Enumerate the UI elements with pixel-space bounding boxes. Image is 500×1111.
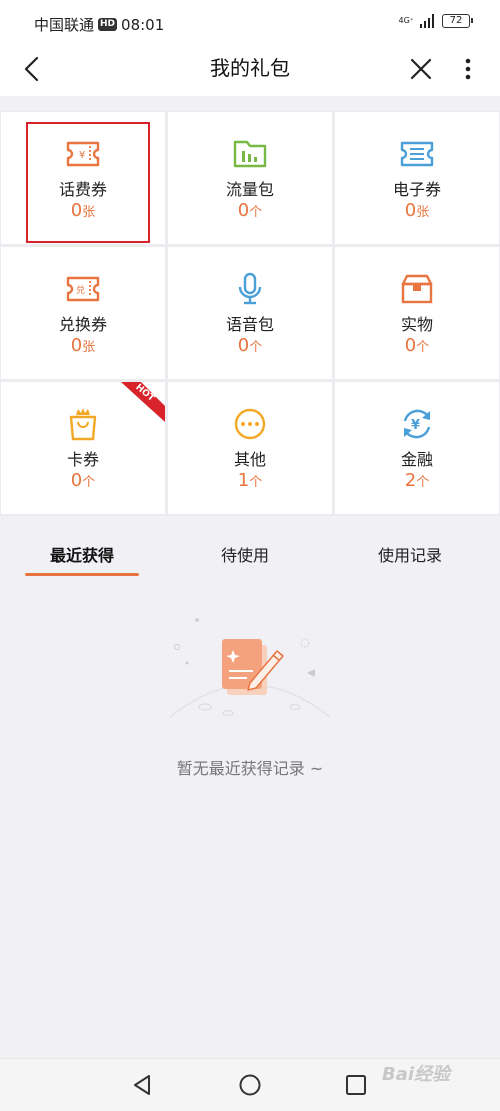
category-count: 0个 — [237, 335, 263, 356]
category-count: 1个 — [237, 470, 263, 491]
tab-recent[interactable]: 最近获得 — [25, 542, 139, 566]
clock: 08:01 — [121, 15, 165, 34]
status-bar: 中国联通 HD 08:01 4G⁺ 72 — [0, 0, 500, 46]
category-label: 卡券 — [66, 450, 99, 469]
category-label: 流量包 — [225, 180, 274, 199]
status-left: 中国联通 HD 08:01 — [34, 14, 164, 35]
exchange-ticket-icon: 兑 — [66, 276, 100, 302]
svg-text:兑: 兑 — [76, 284, 85, 296]
category-count: 0张 — [70, 200, 96, 221]
category-voice-package[interactable]: 语音包 0个 — [168, 247, 332, 379]
shopping-bag-crown-icon — [69, 408, 97, 441]
battery-indicator: 72 — [442, 14, 473, 28]
category-label: 金融 — [400, 450, 433, 469]
category-data-package[interactable]: 流量包 0个 — [168, 112, 332, 244]
category-label: 其他 — [233, 450, 266, 469]
category-label: 实物 — [400, 315, 433, 334]
category-exchange-voucher[interactable]: 兑 兑换券 0张 — [1, 247, 165, 379]
active-tab-indicator — [25, 573, 139, 576]
circle-home-icon[interactable] — [238, 1073, 262, 1097]
carrier-name: 中国联通 — [34, 16, 95, 34]
category-count: 2个 — [404, 470, 430, 491]
category-count: 0个 — [404, 335, 430, 356]
category-grid: ¥ 话费券 0张 流量包 0个 电子券 0张 兑 兑换券 0张 语音包 0个 实… — [0, 111, 500, 516]
category-label: 语音包 — [225, 315, 274, 334]
category-label: 兑换券 — [58, 315, 107, 334]
ticket-lines-icon — [400, 141, 434, 167]
network-type: 4G⁺ — [398, 16, 414, 25]
category-label: 电子券 — [392, 180, 441, 199]
triangle-back-icon[interactable] — [130, 1073, 154, 1097]
category-finance[interactable]: ¥ 金融 2个 — [335, 382, 499, 514]
category-label: 话费券 — [58, 180, 107, 199]
category-other[interactable]: 其他 1个 — [168, 382, 332, 514]
yuan-refresh-icon: ¥ — [403, 409, 431, 439]
more-dots-circle-icon — [234, 408, 266, 440]
tab-to-use[interactable]: 待使用 — [188, 542, 302, 566]
signal-icon — [420, 14, 434, 28]
category-count: 0张 — [404, 200, 430, 221]
bar-chart-folder-icon — [233, 140, 267, 168]
category-card-voucher[interactable]: 卡券 0个 HOT — [1, 382, 165, 514]
voucher-yuan-icon: ¥ — [66, 141, 100, 167]
hot-badge: HOT — [121, 382, 165, 422]
svg-text:¥: ¥ — [79, 150, 85, 161]
category-e-voucher[interactable]: 电子券 0张 — [335, 112, 499, 244]
category-count: 0个 — [237, 200, 263, 221]
category-phone-voucher[interactable]: ¥ 话费券 0张 — [1, 112, 165, 244]
square-recent-icon[interactable] — [344, 1073, 368, 1097]
empty-document-pen-icon — [169, 618, 331, 718]
gift-box-icon — [401, 274, 433, 304]
svg-text:¥: ¥ — [411, 418, 420, 433]
hd-badge: HD — [98, 18, 118, 31]
nav-bar: 我的礼包 — [0, 46, 500, 96]
more-vertical-icon[interactable] — [458, 54, 478, 84]
status-right: 4G⁺ 72 — [398, 14, 473, 28]
microphone-icon — [238, 272, 262, 305]
watermark: Bai经验 — [382, 1064, 451, 1085]
category-count: 0张 — [70, 335, 96, 356]
category-physical-goods[interactable]: 实物 0个 — [335, 247, 499, 379]
category-count: 0个 — [70, 470, 96, 491]
close-icon[interactable] — [406, 54, 436, 84]
empty-state-text: 暂无最近获得记录 ~ — [176, 759, 324, 778]
tab-usage-record[interactable]: 使用记录 — [353, 542, 467, 566]
